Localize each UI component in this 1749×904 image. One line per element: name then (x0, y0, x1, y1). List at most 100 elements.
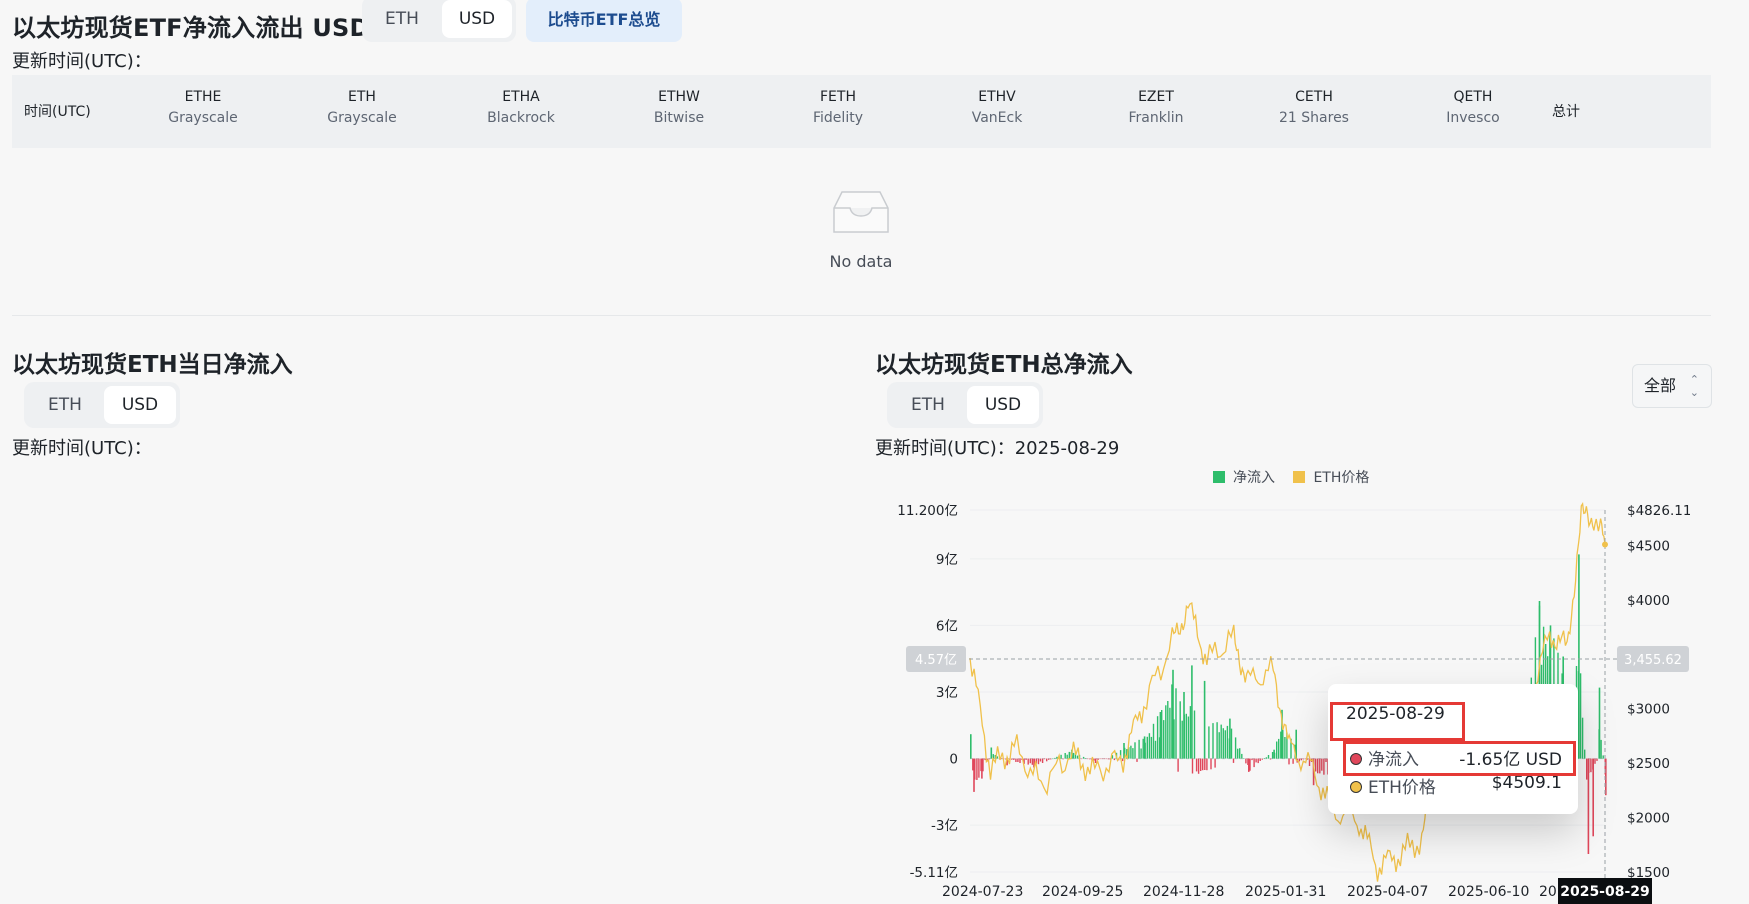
flow-bar (1043, 758, 1046, 760)
flow-bar (1041, 758, 1044, 763)
flow-bar (1165, 705, 1167, 759)
flow-bar (1224, 730, 1226, 759)
flow-bar (981, 758, 983, 779)
column-qeth: QETH Invesco (1393, 89, 1553, 126)
daily-unit-usd-tab[interactable]: USD (104, 386, 176, 424)
legend-inflow[interactable]: 净流入 (1213, 470, 1275, 486)
flow-bar (1136, 758, 1138, 762)
flow-bar (1019, 758, 1021, 763)
range-select-value: 全部 (1644, 376, 1677, 395)
flow-bar (1146, 736, 1148, 759)
right-tick-label: $2000 (1627, 811, 1670, 827)
column-etha: ETHA Blackrock (441, 89, 601, 126)
flow-bar (1068, 751, 1070, 759)
flow-bar (1187, 716, 1190, 759)
flow-bar (990, 747, 993, 759)
flow-bar (1177, 758, 1179, 772)
flow-bar (1586, 758, 1588, 780)
updown-chevron-icon: ⌃ ⌄ (1689, 373, 1699, 399)
flow-bar (1206, 758, 1208, 771)
daily-unit-eth-tab[interactable]: ETH (30, 386, 100, 424)
flow-bar (1132, 748, 1134, 759)
column-feth: FETH Fidelity (758, 89, 918, 126)
flow-bar (1579, 673, 1582, 759)
flow-bar (1243, 758, 1245, 759)
flow-bar (1210, 758, 1212, 770)
column-ethe: ETHE Grayscale (123, 89, 283, 126)
flow-bar (1060, 754, 1062, 759)
flow-bar (1087, 758, 1089, 760)
flow-bar (1265, 757, 1268, 759)
ticker: EZET (1138, 89, 1174, 105)
column-eth: ETH Grayscale (282, 89, 442, 126)
flow-bar (1598, 687, 1601, 759)
tooltip-price-row: ETH价格 $4509.1 (1350, 773, 1562, 798)
unit-usd-tab[interactable]: USD (442, 0, 512, 38)
flow-bar (1082, 756, 1085, 759)
flow-bar (1325, 758, 1327, 762)
flow-bar (1150, 736, 1153, 759)
flow-bar (1140, 748, 1142, 759)
issuer: Blackrock (487, 110, 555, 126)
ticker: ETHW (658, 89, 700, 105)
flow-bar (1011, 758, 1013, 760)
flow-bar (1596, 758, 1598, 761)
flow-bar (1208, 726, 1210, 759)
flow-bar (1037, 758, 1040, 765)
btc-etf-overview-button[interactable]: 比特币ETF总览 (526, 0, 682, 42)
inflow-swatch-icon (1213, 471, 1225, 483)
unit-toggle-daily: ETH USD (24, 382, 180, 428)
x-tick-label: 2025-01-31 (1245, 884, 1326, 900)
ticker: ETHE (184, 89, 222, 105)
time-column-header: 时间(UTC) (24, 104, 91, 120)
flow-bar (1143, 736, 1146, 759)
left-tick-label: 9亿 (936, 552, 958, 568)
price-point-marker (1602, 541, 1608, 548)
flow-bar (1130, 745, 1132, 759)
unit-eth-tab[interactable]: ETH (368, 0, 436, 38)
flow-bar (1202, 758, 1204, 771)
flow-bar (1292, 758, 1294, 764)
total-unit-usd-tab[interactable]: USD (967, 386, 1039, 424)
flow-bar (1039, 758, 1042, 762)
flow-bar (1239, 748, 1241, 759)
range-select[interactable]: 全部 ⌃ ⌄ (1632, 364, 1712, 408)
etf-table-header: 时间(UTC) ETHE Grayscale ETH Grayscale ETH… (12, 75, 1711, 148)
flow-bar (1251, 758, 1253, 761)
legend-price[interactable]: ETH价格 (1293, 470, 1369, 486)
highlight-net-box (1343, 741, 1576, 776)
right-tick-label: $3000 (1627, 702, 1670, 718)
flow-bar (1183, 692, 1185, 759)
flow-bar (1237, 748, 1239, 759)
x-tick-label: 2025-04-07 (1347, 884, 1428, 900)
right-tick-label: $4826.113 (1627, 503, 1690, 519)
ticker: ETHA (502, 89, 540, 105)
flow-bar (1594, 758, 1596, 764)
flow-bar (1179, 701, 1181, 759)
left-tick-label: 3亿 (936, 685, 958, 701)
flow-bar (1031, 758, 1033, 765)
flow-bar (1216, 722, 1218, 759)
crosshair-right-label: 3,455.62 (1624, 653, 1682, 668)
flow-bar (1602, 755, 1604, 759)
flow-bar (1232, 758, 1235, 763)
flow-bar (1099, 758, 1101, 760)
section-divider (12, 315, 1711, 316)
flow-bar (1101, 758, 1103, 760)
flow-bar (1273, 749, 1275, 759)
flow-bar (1302, 758, 1305, 760)
total-unit-eth-tab[interactable]: ETH (893, 386, 963, 424)
highlight-date-box (1330, 702, 1465, 741)
flow-bar (1222, 728, 1224, 759)
legend-inflow-label: 净流入 (1233, 470, 1275, 486)
flow-bar (1197, 758, 1200, 774)
price-swatch-icon (1293, 471, 1306, 483)
flow-bar (1288, 758, 1290, 765)
total-inflow-title: 以太坊现货ETH总净流入 (875, 352, 1133, 378)
flow-bar (1193, 710, 1196, 759)
flow-bar (1076, 755, 1079, 759)
flow-bar (976, 758, 978, 780)
flow-bar (1323, 758, 1325, 775)
flow-bar (1253, 758, 1255, 768)
x-crosshair-label: 2025-08-29 (1560, 884, 1650, 900)
